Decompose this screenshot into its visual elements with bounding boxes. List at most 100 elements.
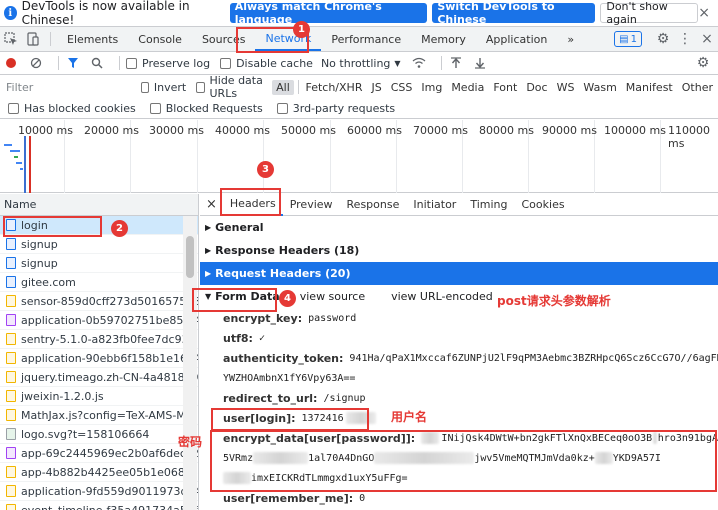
filter-type-fetch-xhr[interactable]: Fetch/XHR xyxy=(301,80,366,95)
expand-triangle-icon: ▶ xyxy=(205,269,212,278)
request-rows: login signup signup gitee.com sensor-859d0cf… xyxy=(0,216,198,510)
filter-type-img[interactable]: Img xyxy=(417,80,446,95)
timeline-tick: 70000 ms xyxy=(413,124,468,137)
filter-type-other[interactable]: Other xyxy=(678,80,717,95)
tab-console[interactable]: Console xyxy=(128,27,192,51)
import-har-icon[interactable] xyxy=(448,55,464,71)
request-row[interactable]: sensor-859d0cff273d5016575887 xyxy=(0,292,198,311)
filter-type-font[interactable]: Font xyxy=(489,80,521,95)
info-icon: i xyxy=(4,6,17,20)
filter-type-wasm[interactable]: Wasm xyxy=(579,80,620,95)
tab-performance[interactable]: Performance xyxy=(321,27,411,51)
request-row[interactable]: jquery.timeago.zh-CN-4a4818e9 xyxy=(0,368,198,387)
request-name: application-9fd559d9011973d04 xyxy=(21,484,198,498)
tab-initiator[interactable]: Initiator xyxy=(406,194,463,216)
disable-cache-checkbox[interactable] xyxy=(220,57,232,69)
more-options-icon[interactable]: ⋮ xyxy=(674,28,696,50)
script-file-icon xyxy=(6,371,16,383)
request-row[interactable]: gitee.com xyxy=(0,273,198,292)
tab-preview[interactable]: Preview xyxy=(283,194,340,216)
tab-elements[interactable]: Elements xyxy=(57,27,128,51)
filter-icon[interactable] xyxy=(65,55,81,71)
view-url-encoded-link[interactable]: view URL-encoded xyxy=(391,290,493,303)
request-row[interactable]: event_timeline-f35a491734a50f xyxy=(0,501,198,510)
filter-type-media[interactable]: Media xyxy=(447,80,488,95)
form-data-section-header[interactable]: ▼ Form Data view source view URL-encoded xyxy=(200,285,718,308)
response-headers-section-header[interactable]: ▶ Response Headers (18) xyxy=(200,239,718,262)
tab-application[interactable]: Application xyxy=(476,27,557,51)
step-badge-2: 2 xyxy=(111,220,128,237)
filter-type-doc[interactable]: Doc xyxy=(522,80,551,95)
filter-type-all[interactable]: All xyxy=(272,79,294,95)
tab-memory[interactable]: Memory xyxy=(411,27,476,51)
invert-checkbox[interactable] xyxy=(140,81,149,93)
dont-show-again-button[interactable]: Don't show again xyxy=(600,0,699,26)
request-row[interactable]: application-9fd559d9011973d04 xyxy=(0,482,198,501)
request-row[interactable]: app-4b882b4425ee05b1e068c5d xyxy=(0,463,198,482)
tab-timing[interactable]: Timing xyxy=(463,194,514,216)
request-row[interactable]: signup xyxy=(0,254,198,273)
messages-count: 1 xyxy=(630,33,637,45)
blocked-requests-label: Blocked Requests xyxy=(165,102,263,115)
tab-cookies[interactable]: Cookies xyxy=(515,194,572,216)
network-settings-gear-icon[interactable]: ⚙ xyxy=(692,52,714,74)
post-params-annotation: post请求头参数解析 xyxy=(497,294,611,308)
form-field-redirect-to-url: redirect_to_url: /signup xyxy=(200,388,718,408)
messages-badge[interactable]: ▤ 1 xyxy=(614,31,642,47)
request-row[interactable]: application-0b59702751be85f042 xyxy=(0,311,198,330)
network-toolbar: Preserve log Disable cache No throttling… xyxy=(0,52,718,75)
request-row[interactable]: app-69c2445969ec2b0af6decc21 xyxy=(0,444,198,463)
close-icon[interactable]: × xyxy=(698,5,710,21)
filter-bar: Filter Invert Hide data URLs All Fetch/X… xyxy=(0,74,718,100)
timeline-tick: 10000 ms xyxy=(18,124,73,137)
request-row[interactable]: signup xyxy=(0,235,198,254)
scrollbar-thumb[interactable] xyxy=(186,236,194,278)
request-headers-section-header[interactable]: ▶ Request Headers (20) xyxy=(200,262,718,285)
form-field-encrypt-key: encrypt_key: password xyxy=(200,308,718,328)
export-har-icon[interactable] xyxy=(472,55,488,71)
clear-icon[interactable] xyxy=(28,55,44,71)
timeline-tick: 60000 ms xyxy=(347,124,402,137)
third-party-label: 3rd-party requests xyxy=(292,102,396,115)
name-column-header[interactable]: Name xyxy=(0,194,198,216)
more-tabs-icon[interactable]: » xyxy=(557,27,584,51)
third-party-checkbox[interactable] xyxy=(276,103,288,114)
tab-response[interactable]: Response xyxy=(340,194,407,216)
timeline-overview[interactable]: 10000 ms 20000 ms 30000 ms 40000 ms 5000… xyxy=(0,120,718,193)
chevron-down-icon[interactable]: ▼ xyxy=(394,59,400,68)
network-conditions-icon[interactable] xyxy=(411,55,427,71)
script-file-icon xyxy=(6,485,16,497)
request-name: signup xyxy=(21,256,58,270)
switch-to-chinese-button[interactable]: Switch DevTools to Chinese xyxy=(432,0,596,26)
field-key: authenticity_token: xyxy=(223,351,344,365)
blocked-requests-checkbox[interactable] xyxy=(149,103,161,114)
timeline-tick: 80000 ms xyxy=(479,124,534,137)
request-row[interactable]: sentry-5.1.0-a823fb0fee7dc931 xyxy=(0,330,198,349)
inspect-element-icon[interactable] xyxy=(0,28,22,50)
request-row[interactable]: logo.svg?t=158106664 xyxy=(0,425,198,444)
search-icon[interactable] xyxy=(89,55,105,71)
throttling-select[interactable]: No throttling xyxy=(321,57,390,70)
request-row[interactable]: application-90ebb6f158b1e16d4 xyxy=(0,349,198,368)
blocked-cookies-checkbox[interactable] xyxy=(8,103,19,114)
view-source-link[interactable]: view source xyxy=(300,290,365,303)
always-match-language-button[interactable]: Always match Chrome's language xyxy=(229,0,428,26)
preserve-log-checkbox[interactable] xyxy=(126,57,137,69)
filter-type-manifest[interactable]: Manifest xyxy=(622,80,677,95)
device-toolbar-icon[interactable] xyxy=(22,28,44,50)
script-file-icon xyxy=(6,466,16,478)
general-section-header[interactable]: ▶ General xyxy=(200,216,718,239)
form-field-authenticity-token: authenticity_token: 941Ha/qPaX1Mxccaf6ZUN… xyxy=(200,348,718,368)
field-key: redirect_to_url: xyxy=(223,391,318,405)
close-devtools-icon[interactable]: × xyxy=(696,28,718,50)
request-row[interactable]: jweixin-1.2.0.js xyxy=(0,387,198,406)
hide-data-urls-checkbox[interactable] xyxy=(196,81,205,93)
record-icon[interactable] xyxy=(6,58,16,68)
filter-type-js[interactable]: JS xyxy=(367,80,385,95)
filter-input[interactable]: Filter xyxy=(4,78,137,96)
settings-gear-icon[interactable]: ⚙ xyxy=(652,28,674,50)
request-row[interactable]: MathJax.js?config=TeX-AMS-MM xyxy=(0,406,198,425)
filter-type-ws[interactable]: WS xyxy=(553,80,579,95)
filter-type-css[interactable]: CSS xyxy=(387,80,417,95)
timeline-tick: 30000 ms xyxy=(149,124,204,137)
